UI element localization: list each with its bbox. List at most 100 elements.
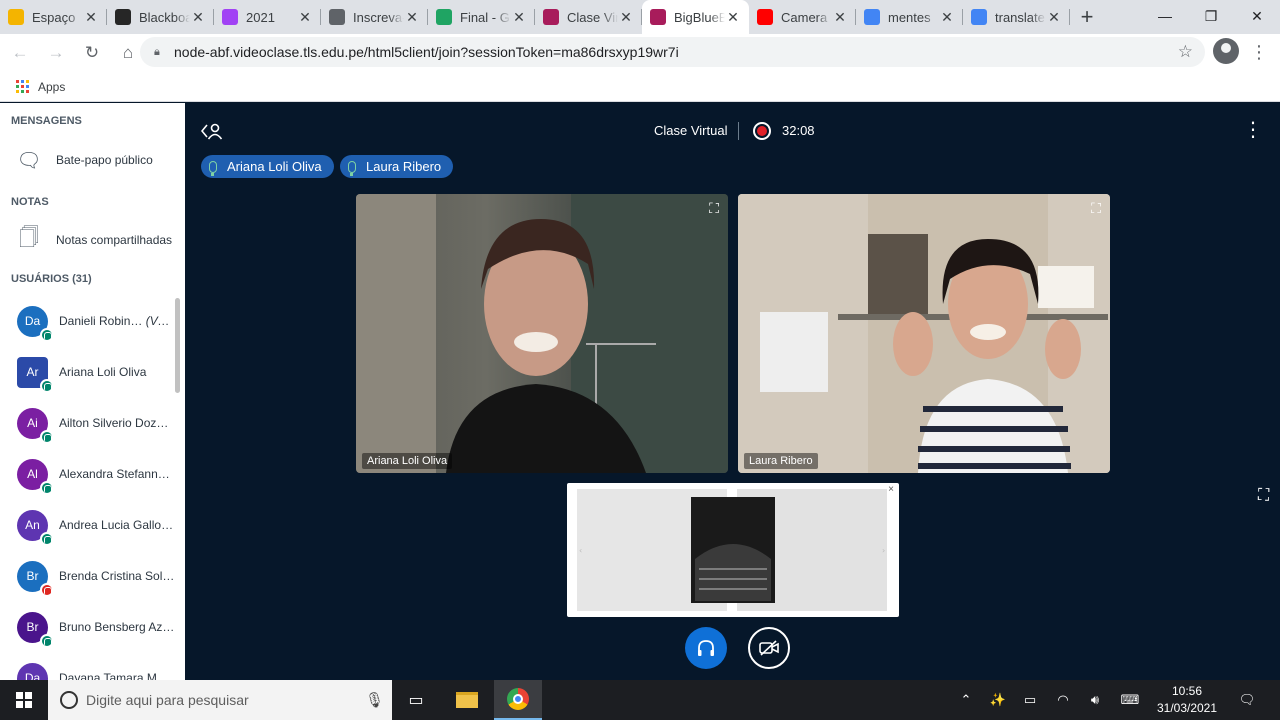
- fullscreen-icon[interactable]: ⛶: [1086, 198, 1106, 218]
- avatar: Ar: [17, 356, 54, 393]
- presentation-fullscreen-icon[interactable]: ⛶: [1258, 487, 1269, 505]
- public-chat-item[interactable]: 🗨︎ Bate-papo público: [0, 142, 185, 178]
- video-button[interactable]: [748, 627, 790, 669]
- talking-indicator-laura[interactable]: Laura Ribero: [340, 155, 454, 178]
- google-favicon-icon: [971, 9, 987, 25]
- options-menu-icon[interactable]: ⋮: [1243, 120, 1263, 140]
- task-view-icon[interactable]: ▭: [392, 680, 440, 720]
- fullscreen-icon[interactable]: ⛶: [704, 198, 724, 218]
- browser-tab-strip: Espaço✕Blackboard✕2021✕Inscreva-se✕Final…: [0, 0, 1280, 34]
- taskbar-search[interactable]: Digite aqui para pesquisar 🎙︎: [48, 680, 392, 720]
- close-tab-icon[interactable]: ✕: [618, 9, 634, 26]
- tab-title: mentes: [888, 9, 931, 25]
- browser-tab-6[interactable]: BigBlueButton✕: [642, 0, 749, 34]
- browser-tab-9[interactable]: translate ✕: [963, 0, 1070, 34]
- user-list-item[interactable]: Br Bruno Bensberg Az…: [0, 602, 176, 652]
- meeting-title: Clase Virtual: [654, 123, 728, 138]
- close-tab-icon[interactable]: ✕: [511, 9, 527, 26]
- antivirus-tray-icon[interactable]: ✨: [987, 680, 1009, 720]
- listen-only-icon: [40, 327, 54, 342]
- close-tab-icon[interactable]: ✕: [832, 9, 848, 26]
- minimize-button[interactable]: —: [1142, 0, 1188, 32]
- listen-only-icon: [40, 480, 54, 495]
- show-hidden-icons-chevron-icon[interactable]: ⌃: [955, 680, 977, 720]
- chrome-taskbar-icon[interactable]: [494, 680, 542, 720]
- shared-notes-item[interactable]: 🗍︎ Notas compartilhadas: [0, 222, 185, 258]
- wifi-icon[interactable]: ◠: [1052, 680, 1074, 720]
- user-list-item[interactable]: An Andrea Lucia Gallo …: [0, 500, 176, 550]
- close-tab-icon[interactable]: ✕: [939, 9, 955, 26]
- tab-title: 2021: [246, 9, 275, 25]
- close-tab-icon[interactable]: ✕: [404, 9, 420, 26]
- close-tab-icon[interactable]: ✕: [83, 9, 99, 26]
- apps-bookmark[interactable]: Apps: [38, 80, 65, 94]
- presentation-area[interactable]: × ‹ ›: [567, 483, 899, 617]
- apps-grid-icon: [16, 80, 29, 93]
- taskbar-clock[interactable]: 10:56 31/03/2021: [1152, 683, 1222, 717]
- user-list-item[interactable]: Ar Ariana Loli Oliva: [0, 347, 176, 397]
- video-tile-ariana[interactable]: ⛶ Ariana Loli Oliva: [356, 194, 728, 473]
- close-tab-icon[interactable]: ✕: [1046, 9, 1062, 26]
- browser-tab-3[interactable]: Inscreva-se✕: [321, 0, 428, 34]
- recording-indicator-icon[interactable]: [753, 122, 771, 140]
- close-tab-icon[interactable]: ✕: [725, 9, 741, 26]
- user-list-item[interactable]: Da Dayana Tamara Ma…: [0, 653, 176, 680]
- tab-title: translate: [995, 9, 1045, 25]
- browser-tab-2[interactable]: 2021 ✕: [214, 0, 321, 34]
- microphone-icon[interactable]: 🎙︎: [365, 691, 384, 709]
- bookmarks-bar: Apps: [0, 72, 1280, 102]
- user-list-item[interactable]: Ai Ailton Silverio Doza …: [0, 398, 176, 448]
- close-window-button[interactable]: ✕: [1234, 0, 1280, 32]
- user-list-item[interactable]: Al Alexandra Stefanny …: [0, 449, 176, 499]
- restore-button[interactable]: ❐: [1188, 0, 1234, 32]
- video-tile-laura[interactable]: ⛶ Laura Ribero: [738, 194, 1110, 473]
- listen-only-icon: [40, 531, 54, 546]
- new-tab-button[interactable]: +: [1070, 0, 1104, 34]
- mic-icon: [209, 160, 217, 176]
- bookmark-star-icon[interactable]: ☆: [1178, 42, 1193, 62]
- reload-button[interactable]: ↻: [76, 37, 108, 69]
- user-list-item[interactable]: Br Brenda Cristina Soli…: [0, 551, 176, 601]
- profile-avatar-icon[interactable]: [1213, 38, 1239, 64]
- user-name-text: Ariana Loli Oliva: [59, 365, 147, 379]
- avatar: Br: [17, 560, 54, 597]
- user-name-text: Danieli Robin…: [59, 314, 143, 328]
- userlist-panel: MENSAGENS 🗨︎ Bate-papo público NOTAS 🗍︎ …: [0, 103, 185, 680]
- userlist-scrollbar[interactable]: [175, 298, 180, 393]
- keyboard-icon[interactable]: ⌨︎: [1116, 680, 1144, 720]
- address-bar[interactable]: 🔒︎ node-abf.videoclase.tls.edu.pe/html5c…: [140, 37, 1205, 67]
- forward-button[interactable]: →: [40, 37, 72, 69]
- browser-tab-5[interactable]: Clase Virtual✕: [535, 0, 642, 34]
- close-tab-icon[interactable]: ✕: [190, 9, 206, 26]
- user-list-item[interactable]: Da Danieli Robin… (Você): [0, 296, 176, 346]
- user-name-text: Dayana Tamara Ma…: [59, 671, 175, 680]
- back-button[interactable]: ←: [4, 37, 36, 69]
- talking-indicator-ariana[interactable]: Ariana Loli Oliva: [201, 155, 334, 178]
- file-explorer-icon[interactable]: [443, 680, 491, 720]
- userlist-toggle-icon[interactable]: [200, 122, 225, 142]
- browser-tab-0[interactable]: Espaço ✕: [0, 0, 107, 34]
- chrome-menu-icon[interactable]: ⋮: [1250, 40, 1268, 64]
- browser-tab-7[interactable]: Camera ✕: [749, 0, 856, 34]
- user-name: Danieli Robin… (Você): [59, 314, 175, 328]
- tab-title: Espaço: [32, 9, 76, 25]
- avatar-initials: Da: [24, 314, 41, 328]
- notifications-icon[interactable]: 🗨︎: [1236, 680, 1258, 720]
- blackboard-favicon-icon: [115, 9, 131, 25]
- battery-icon[interactable]: ▭: [1019, 680, 1041, 720]
- svg-text:‹: ‹: [579, 546, 582, 555]
- start-button[interactable]: [0, 680, 48, 720]
- volume-icon[interactable]: 🔊︎: [1084, 680, 1106, 720]
- close-tab-icon[interactable]: ✕: [297, 9, 313, 26]
- browser-tab-8[interactable]: mentes ✕: [856, 0, 963, 34]
- user-name: Andrea Lucia Gallo …: [59, 518, 175, 532]
- audio-button[interactable]: [685, 627, 727, 669]
- browser-tab-4[interactable]: Final - Google Drive✕: [428, 0, 535, 34]
- recording-timer: 32:08: [782, 123, 815, 138]
- camera-off-icon: [759, 640, 779, 656]
- close-presentation-icon[interactable]: ×: [888, 484, 894, 495]
- shared-notes-label: Notas compartilhadas: [56, 233, 173, 247]
- browser-tab-1[interactable]: Blackboard✕: [107, 0, 214, 34]
- chat-bubbles-icon: 🗨︎: [16, 149, 42, 172]
- messages-heading: MENSAGENS: [11, 115, 82, 127]
